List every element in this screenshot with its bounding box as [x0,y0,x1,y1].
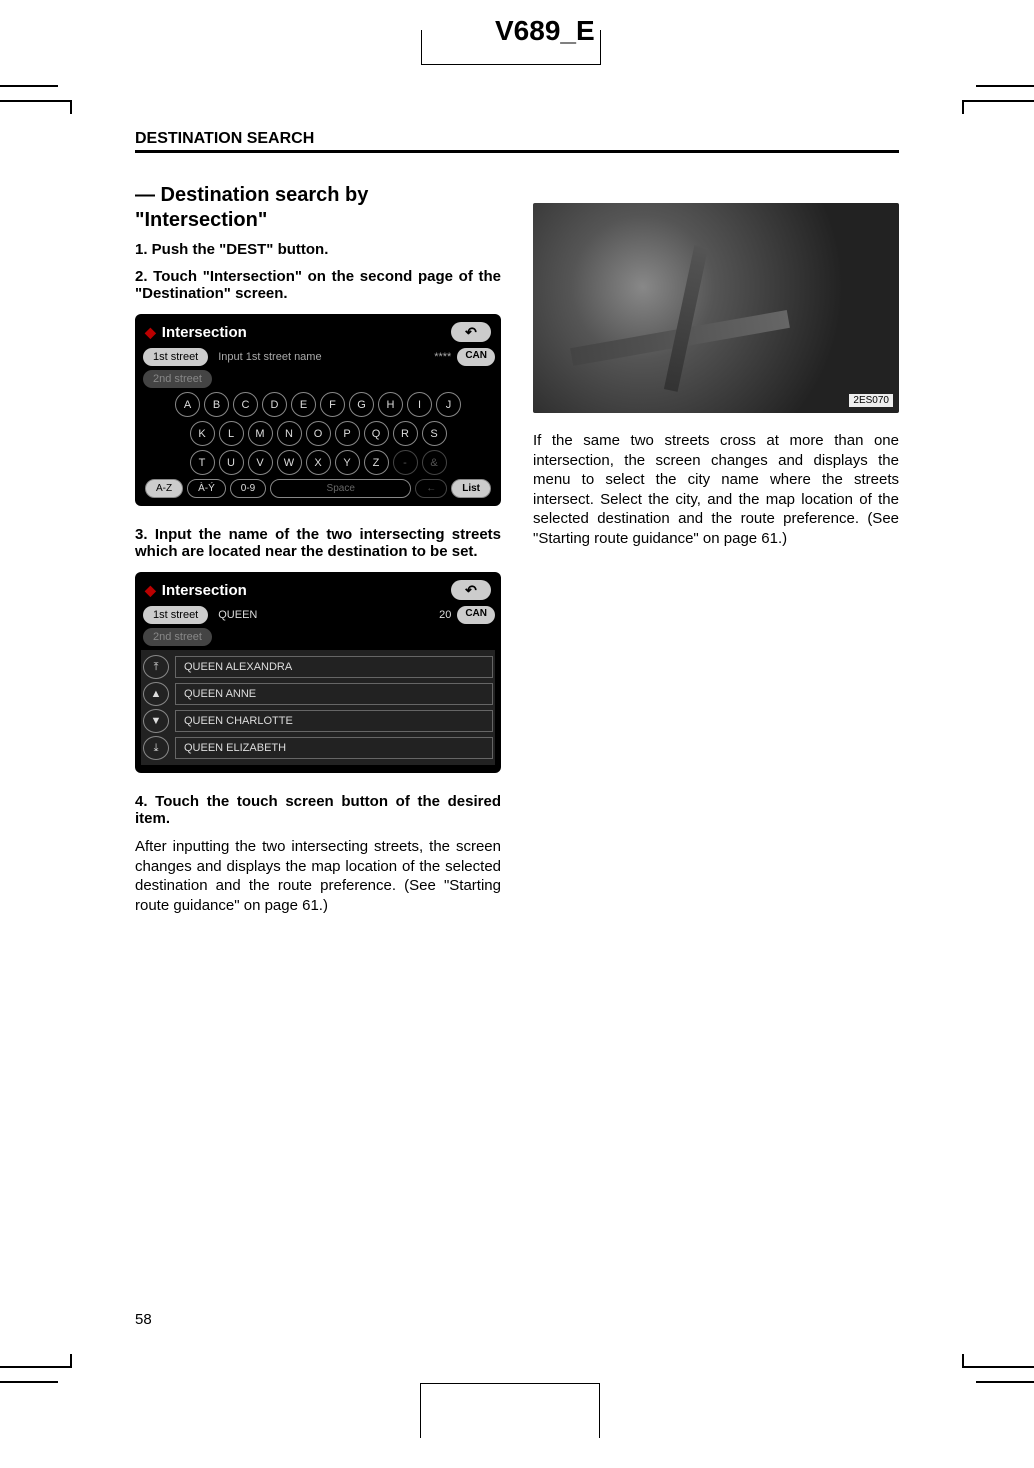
key[interactable]: R [393,421,418,446]
screen-title: Intersection [162,582,247,599]
keyboard-row: K L M N O P Q R S [141,421,495,446]
key: - [393,450,418,475]
key[interactable]: J [436,392,461,417]
crop-mark [964,1366,1034,1368]
crop-mark [420,1383,600,1438]
keyboard-row: A B C D E F G H I J [141,392,495,417]
section-title: — Destination search by "Intersection" [135,183,501,233]
title-line: "Intersection" [135,209,267,231]
scroll-up-button[interactable]: ▲ [143,682,169,706]
list-item[interactable]: QUEEN ANNE [175,683,493,705]
key[interactable]: N [277,421,302,446]
left-column: — Destination search by "Intersection" 1… [135,183,501,925]
crop-mark [70,100,72,114]
key[interactable]: K [190,421,215,446]
key[interactable]: S [422,421,447,446]
key[interactable]: O [306,421,331,446]
key[interactable]: I [407,392,432,417]
crop-mark [962,100,964,114]
page-number: 58 [135,1311,152,1328]
input-hint: Input 1st street name [210,348,428,366]
section-header: DESTINATION SEARCH [135,130,899,153]
key[interactable]: T [190,450,215,475]
mode-accents[interactable]: À-Ý [187,479,226,498]
key: & [422,450,447,475]
doc-code: V689_E [495,15,595,47]
step-1: 1. Push the "DEST" button. [135,241,501,258]
screenshot-map-perspective: 2ES070 [533,203,899,413]
key[interactable]: Q [364,421,389,446]
figure-reference: 2ES070 [849,394,893,407]
crop-mark [976,1381,1034,1383]
pin-icon: ◆ [145,324,156,341]
crop-mark [0,100,70,102]
key[interactable]: M [248,421,273,446]
right-column: 2ES070 If the same two streets cross at … [533,183,899,925]
scroll-top-button[interactable]: ⤒ [143,655,169,679]
back-button[interactable]: ↶ [451,322,491,342]
result-count: 20 [433,606,457,624]
key[interactable]: C [233,392,258,417]
key[interactable]: Y [335,450,360,475]
input-dots: **** [428,348,457,366]
region-button[interactable]: CAN [457,348,495,366]
screenshot-intersection-list: ◆ Intersection ↶ 1st street QUEEN 20 CAN… [135,572,501,773]
header: V689_E [0,15,1034,65]
list-item[interactable]: QUEEN ELIZABETH [175,737,493,759]
input-value: QUEEN [210,606,433,624]
road-graphic [664,245,708,392]
crop-mark [0,1366,70,1368]
crop-mark [0,85,58,87]
mode-num[interactable]: 0-9 [230,479,266,498]
key[interactable]: U [219,450,244,475]
tab-2nd-street: 2nd street [143,628,212,646]
crop-mark [976,85,1034,87]
tab-1st-street[interactable]: 1st street [143,606,208,624]
screenshot-intersection-keyboard: ◆ Intersection ↶ 1st street Input 1st st… [135,314,501,506]
crop-mark [962,1354,964,1368]
scroll-bottom-button[interactable]: ⤓ [143,736,169,760]
list-item[interactable]: QUEEN ALEXANDRA [175,656,493,678]
key[interactable]: B [204,392,229,417]
list-button[interactable]: List [451,479,491,498]
tab-2nd-street: 2nd street [143,370,212,388]
key[interactable]: D [262,392,287,417]
left-body-text: After inputting the two intersecting str… [135,837,501,915]
key[interactable]: Z [364,450,389,475]
crop-mark [70,1354,72,1368]
key[interactable]: W [277,450,302,475]
step-3: 3. Input the name of the two intersectin… [135,526,501,560]
title-line: — Destination search by [135,184,368,206]
key[interactable]: F [320,392,345,417]
step-4: 4. Touch the touch screen button of the … [135,793,501,827]
scroll-down-button[interactable]: ▼ [143,709,169,733]
screen-title: Intersection [162,324,247,341]
tab-1st-street[interactable]: 1st street [143,348,208,366]
step-2: 2. Touch "Intersection" on the second pa… [135,268,501,302]
pin-icon: ◆ [145,582,156,599]
key[interactable]: X [306,450,331,475]
crop-mark [964,100,1034,102]
space-key: Space [270,479,411,498]
keyboard-row: T U V W X Y Z - & [141,450,495,475]
crop-mark [0,1381,58,1383]
key[interactable]: L [219,421,244,446]
key[interactable]: E [291,392,316,417]
list-item[interactable]: QUEEN CHARLOTTE [175,710,493,732]
key[interactable]: G [349,392,374,417]
keyboard-bottom-row: A-Z À-Ý 0-9 Space ← List [141,479,495,498]
page-content: DESTINATION SEARCH — Destination search … [135,130,899,1338]
key[interactable]: A [175,392,200,417]
backspace-key: ← [415,479,447,498]
mode-az[interactable]: A-Z [145,479,183,498]
key[interactable]: P [335,421,360,446]
key[interactable]: H [378,392,403,417]
key[interactable]: V [248,450,273,475]
region-button[interactable]: CAN [457,606,495,624]
back-button[interactable]: ↶ [451,580,491,600]
right-body-text: If the same two streets cross at more th… [533,431,899,548]
